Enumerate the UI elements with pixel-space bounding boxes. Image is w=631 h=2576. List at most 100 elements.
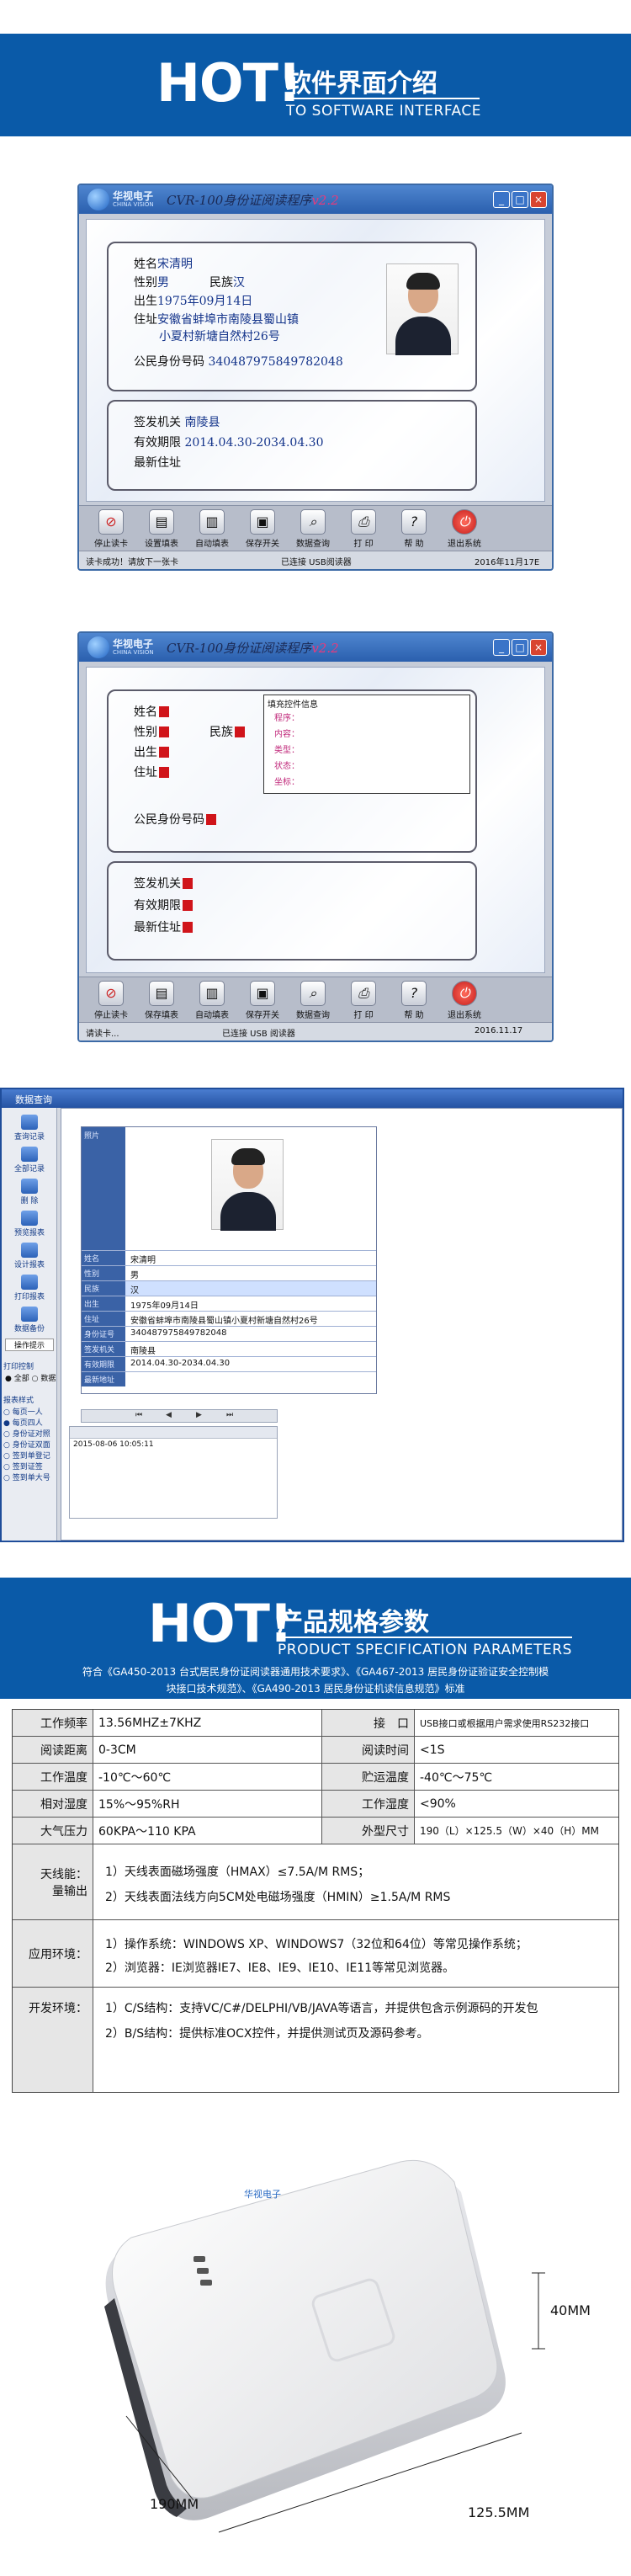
maximize-button[interactable]: □ — [512, 191, 528, 208]
form-icon: ▥ — [199, 509, 225, 535]
name-label: 姓名 — [134, 703, 169, 720]
search-icon: ⌕ — [300, 981, 326, 1006]
latest-address-field: 最新住址 — [134, 456, 181, 470]
latest-address-label: 最新住址 — [134, 918, 193, 935]
help-icon: ? — [401, 509, 427, 535]
window-title: CVR-100身份证阅读程序v2.2 — [167, 641, 339, 656]
query-records-button[interactable]: 查询记录 — [5, 1115, 54, 1142]
spec-row: 工作频率 13.56MHZ±7KHZ 接 口 USB接口或根据用户需求使用RS2… — [13, 1710, 618, 1737]
all-records-button[interactable]: 全部记录 — [5, 1147, 54, 1174]
stop-read-button[interactable]: ⊘ 停止读卡 — [87, 509, 135, 551]
help-button[interactable]: ? 帮 助 — [390, 509, 437, 551]
record-navigator[interactable]: ⏮ ◀ ▶ ⏭ — [81, 1409, 278, 1423]
set-fill-button[interactable]: ▤ 设置填表 — [138, 509, 185, 551]
data-query-window: 数据查询 查询记录 全部记录 删 除 预览报表 设计报表 打印报表 数据备份 操… — [0, 1088, 624, 1542]
status-message: 请读卡... — [86, 1030, 119, 1039]
query-window-title: 数据查询 — [2, 1089, 623, 1108]
form-icon: ▤ — [149, 981, 174, 1006]
table-row: 性别男 — [82, 1265, 376, 1280]
banner-divider — [278, 1637, 572, 1638]
list-header — [70, 1427, 277, 1439]
report-option[interactable]: ○ 每页一人 — [3, 1408, 50, 1418]
address-field-line2: 小夏村新塘自然村26号 — [159, 330, 280, 343]
radio-data[interactable]: ○ 数据 — [32, 1375, 56, 1383]
print-button[interactable]: ⎙ 打 印 — [340, 509, 387, 551]
nav-first-button[interactable]: ⏮ — [135, 1411, 142, 1419]
record-list: 2015-08-06 10:05:11 — [69, 1426, 278, 1519]
power-icon: ⏻ — [452, 509, 477, 535]
design-report-button[interactable]: 设计报表 — [5, 1243, 54, 1269]
stop-read-button[interactable]: ⊘ 停止读卡 — [87, 981, 135, 1023]
reader-device-illustration: 华视电子 190MM 125.5MM 40MM — [104, 2159, 591, 2533]
radio-all[interactable]: ● 全部 — [5, 1375, 29, 1383]
print-control-label: 打印控制 — [3, 1363, 34, 1371]
report-style-options: ○ 每页一人 ● 每页四人 ○ 身份证对照 ○ 身份证双面 ○ 签到单登记 ○ … — [3, 1408, 50, 1484]
record-detail-table: 照片 姓名 宋清明 性别男 民族汉 出生 1975年09月14日 住址 安徽省蚌埠市南… — [81, 1126, 377, 1394]
device-logo: 华视电子 — [244, 2188, 281, 2200]
delete-button[interactable]: 删 除 — [5, 1179, 54, 1206]
print-icon: ⎙ — [351, 981, 376, 1006]
close-button[interactable]: × — [530, 191, 547, 208]
window-titlebar: 华视电子 CHINA VISION CVR-100身份证阅读程序v2.2 _ □ × — [79, 633, 552, 662]
report-option[interactable]: ○ 签到单大号 — [3, 1473, 50, 1484]
table-row: 身份证号 340487975849782048 — [82, 1326, 376, 1341]
report-option[interactable]: ○ 身份证双面 — [3, 1440, 50, 1451]
print-icon: ⎙ — [351, 509, 376, 535]
status-date: 2016.11.17 — [475, 1026, 523, 1035]
spec-banner: HOT! 产品规格参数 PRODUCT SPECIFICATION PARAME… — [0, 1578, 631, 1699]
nav-next-button[interactable]: ▶ — [196, 1411, 202, 1419]
length-dimension: 190MM — [150, 2496, 199, 2512]
report-option[interactable]: ○ 签到证签 — [3, 1462, 50, 1473]
fill-control-panel: 填充控件信息 程序： 内容： 类型： 状态： 坐标： — [263, 695, 470, 794]
spec-row: 工作温度 -10℃～60℃ 贮运温度 -40℃～75℃ — [13, 1764, 618, 1791]
exit-button[interactable]: ⏻ 退出系统 — [441, 981, 488, 1023]
search-icon: ⌕ — [300, 509, 326, 535]
table-row: 签发机关 南陵县 — [82, 1341, 376, 1356]
id-number-label: 公民身份号码 — [134, 811, 216, 828]
window-titlebar: 华视电子 CHINA VISION CVR-100身份证阅读程序v2.2 _ □ × — [79, 185, 552, 214]
save-toggle-button[interactable]: ▣ 保存开关 — [239, 981, 286, 1023]
print-report-button[interactable]: 打印报表 — [5, 1275, 54, 1301]
data-query-button[interactable]: ⌕ 数据查询 — [289, 509, 337, 551]
grid-icon — [21, 1147, 38, 1162]
standards-note-line2: 块接口技术规范》、《GA490-2013 居民身份证机读信息规范》标准 — [166, 1683, 465, 1695]
auto-fill-button[interactable]: ▥ 自动填表 — [188, 981, 236, 1023]
status-connection: 已连接 USB阅读器 — [281, 558, 352, 567]
id-number-field: 公民身份号码 340487975849782048 — [134, 355, 343, 369]
power-icon: ⏻ — [452, 981, 477, 1006]
device-top — [112, 2159, 498, 2499]
nav-prev-button[interactable]: ◀ — [166, 1411, 172, 1419]
table-row: 有效期限 2014.04.30-2034.04.30 — [82, 1356, 376, 1371]
data-query-button[interactable]: ⌕ 数据查询 — [289, 981, 337, 1023]
reader-window-1: 华视电子 CHINA VISION CVR-100身份证阅读程序v2.2 _ □ ×… — [77, 184, 554, 571]
help-button[interactable]: ? 帮 助 — [390, 981, 437, 1023]
report-option[interactable]: ● 每页四人 — [3, 1418, 50, 1429]
maximize-button[interactable]: □ — [512, 639, 528, 656]
spec-row-field: 天线能： 量输出 1）天线表面磁场强度（HMAX）≤7.5A/M RMS； 2）天… — [13, 1844, 618, 1920]
window-controls: _ □ × — [491, 638, 547, 656]
close-button[interactable]: × — [530, 639, 547, 656]
backup-icon — [21, 1307, 38, 1322]
auto-fill-button[interactable]: ▥ 自动填表 — [188, 509, 236, 551]
save-toggle-button[interactable]: ▣ 保存开关 — [239, 509, 286, 551]
window-controls: _ □ × — [491, 190, 547, 208]
minimize-button[interactable]: _ — [493, 639, 510, 656]
print-button[interactable]: ⎙ 打 印 — [340, 981, 387, 1023]
backup-button[interactable]: 数据备份 — [5, 1307, 54, 1333]
preview-report-button[interactable]: 预览报表 — [5, 1211, 54, 1237]
report-option[interactable]: ○ 签到单登记 — [3, 1451, 50, 1462]
report-option[interactable]: ○ 身份证对照 — [3, 1429, 50, 1440]
save-icon: ▣ — [250, 509, 275, 535]
height-dimension: 40MM — [550, 2302, 591, 2318]
save-fill-button[interactable]: ▤ 保存填表 — [138, 981, 185, 1023]
width-dimension: 125.5MM — [468, 2504, 529, 2520]
operation-tips: 操作提示 — [5, 1339, 54, 1351]
nav-last-button[interactable]: ⏭ — [226, 1411, 233, 1419]
list-item[interactable]: 2015-08-06 10:05:11 — [73, 1440, 154, 1449]
delete-icon — [21, 1179, 38, 1194]
form-icon: ▤ — [149, 509, 174, 535]
birth-label: 出生 — [134, 743, 169, 760]
exit-button[interactable]: ⏻ 退出系统 — [441, 509, 488, 551]
agency-field: 签发机关 南陵县 — [134, 416, 220, 429]
minimize-button[interactable]: _ — [493, 191, 510, 208]
